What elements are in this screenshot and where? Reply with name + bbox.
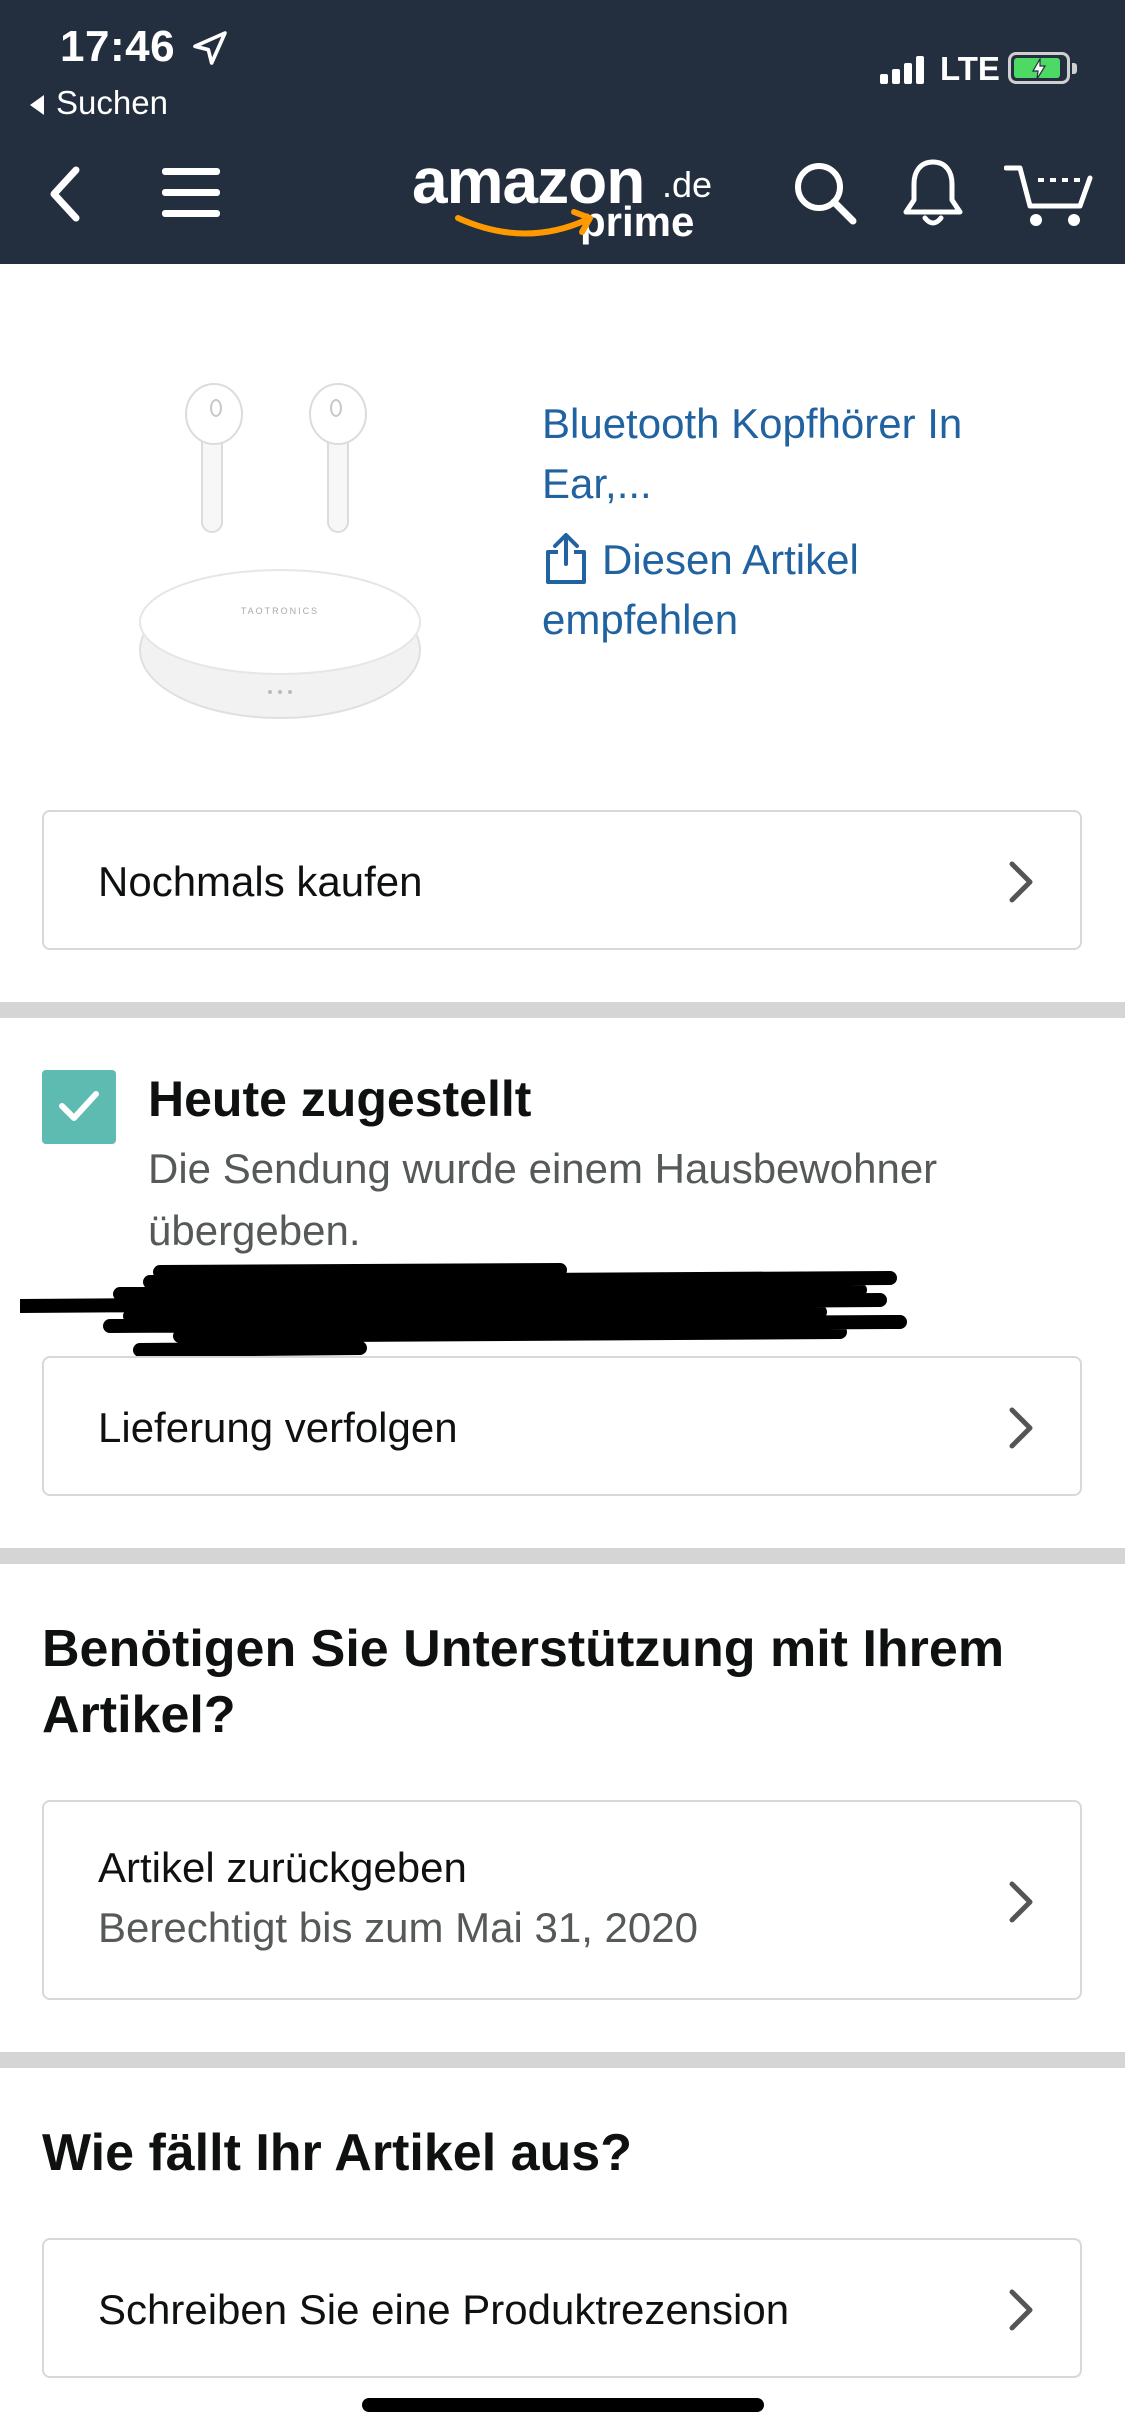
chevron-right-icon (1009, 2289, 1033, 2331)
return-item-button[interactable]: Artikel zurückgeben Berechtigt bis zum M… (42, 1800, 1082, 2000)
cart-icon[interactable] (1004, 160, 1094, 230)
signal-icon (880, 56, 924, 84)
network-type: LTE (940, 50, 1000, 87)
return-eligibility-text: Berechtigt bis zum Mai 31, 2020 (98, 1904, 698, 1951)
section-divider (0, 2052, 1125, 2068)
chevron-right-icon (1009, 1407, 1033, 1449)
buy-again-label: Nochmals kaufen (98, 858, 423, 905)
chevron-right-icon (1009, 1881, 1033, 1923)
share-icon (542, 530, 590, 590)
menu-icon[interactable] (162, 168, 220, 218)
status-time: 17:46 (60, 22, 176, 71)
product-image[interactable]: TAOTRONICS (130, 370, 440, 730)
location-arrow-icon (193, 31, 227, 65)
delivery-status-title: Heute zugestellt (148, 1071, 532, 1127)
write-review-button[interactable]: Schreiben Sie eine Produktrezension (42, 2238, 1082, 2378)
svg-text:TAOTRONICS: TAOTRONICS (241, 606, 319, 616)
battery-icon (1008, 52, 1077, 84)
delivery-status-description: Die Sendung wurde einem Hausbewohner übe… (148, 1145, 938, 1254)
buy-again-button[interactable]: Nochmals kaufen (42, 810, 1082, 950)
track-delivery-label: Lieferung verfolgen (98, 1404, 458, 1451)
recommend-link[interactable]: Diesen Artikel empfehlen (542, 530, 1062, 650)
back-icon[interactable] (46, 164, 86, 224)
return-item-label: Artikel zurückgeben (98, 1844, 467, 1891)
section-divider (0, 1548, 1125, 1564)
write-review-label: Schreiben Sie eine Produktrezension (98, 2286, 790, 2333)
bell-icon[interactable] (900, 156, 966, 232)
support-heading: Benötigen Sie Unterstützung mit Ihrem Ar… (42, 1620, 1005, 1744)
app-header: 17:46 Suchen LTE amazon .de prime (0, 0, 1125, 264)
track-delivery-button[interactable]: Lieferung verfolgen (42, 1356, 1082, 1496)
amazon-prime-logo[interactable]: amazon .de prime (412, 144, 732, 254)
delivered-check-icon (42, 1070, 116, 1144)
back-triangle-icon (30, 95, 44, 116)
section-divider (0, 1002, 1125, 1018)
product-title-link[interactable]: Bluetooth Kopfhörer In Ear,... (542, 394, 1062, 514)
home-indicator[interactable] (362, 2398, 764, 2412)
back-to-app-label: Suchen (56, 84, 168, 121)
chevron-right-icon (1009, 861, 1033, 903)
back-to-app-link[interactable]: Suchen (30, 84, 168, 122)
search-icon[interactable] (792, 160, 858, 226)
review-heading: Wie fällt Ihr Artikel aus? (42, 2124, 632, 2182)
smile-arrow-icon (455, 209, 593, 237)
